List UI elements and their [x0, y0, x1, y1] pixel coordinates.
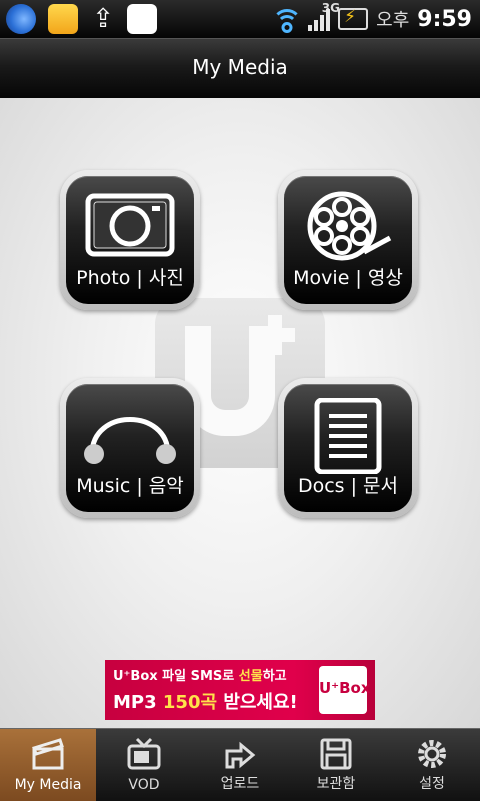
todo-icon [48, 4, 78, 34]
page-title: My Media [192, 55, 288, 79]
bottom-tab-bar: My Media VOD 업로드 보관함 설정 [0, 728, 480, 801]
tab-storage-label: 보관함 [316, 776, 356, 792]
photo-tile-label: Photo | 사진 [76, 267, 184, 289]
movie-tile-label: Movie | 영상 [293, 267, 403, 289]
music-tile-face: Music | 음악 [66, 384, 194, 512]
battery-charging-icon [338, 7, 369, 30]
tab-vod[interactable]: VOD [96, 729, 192, 801]
tab-my-media-label: My Media [14, 777, 82, 793]
film-reel-icon [307, 191, 392, 261]
uplus-box-logo: U⁺Box [319, 666, 371, 714]
tab-storage[interactable]: 보관함 [288, 729, 384, 801]
movie-tile[interactable]: Movie | 영상 [278, 170, 418, 310]
usb-icon: ⇪ [92, 4, 114, 34]
gear-icon [415, 737, 449, 771]
promo-banner[interactable]: U⁺Box 파일 SMS로 선물하고 MP3 150곡 받으세요! U⁺Box [105, 660, 375, 720]
photo-tile[interactable]: Photo | 사진 [60, 170, 200, 310]
banner-line-1-c: 하고 [262, 669, 287, 684]
docs-tile-face: Docs | 문서 [284, 384, 412, 512]
tv-icon [127, 737, 161, 771]
banner-line-2: MP3 150곡 받으세요! [113, 688, 298, 714]
tab-my-media[interactable]: My Media [0, 729, 96, 801]
android-debug-icon [127, 4, 157, 34]
document-icon [314, 398, 382, 474]
docs-tile[interactable]: Docs | 문서 [278, 378, 418, 518]
music-tile-label: Music | 음악 [76, 475, 184, 497]
banner-line-2-c: 받으세요! [217, 692, 298, 713]
clapperboard-icon [31, 737, 65, 771]
photo-tile-face: Photo | 사진 [66, 176, 194, 304]
main-content: Photo | 사진 Movie | 영상 Music | 음악 Docs | … [0, 98, 480, 728]
banner-line-2-highlight: 150곡 [162, 692, 218, 713]
clock: 9:59 [417, 6, 472, 32]
chat-icon [6, 4, 36, 34]
save-disk-icon [319, 737, 353, 771]
music-tile[interactable]: Music | 음악 [60, 378, 200, 518]
banner-line-1-highlight: 선물 [238, 669, 263, 684]
banner-line-1: U⁺Box 파일 SMS로 선물하고 [113, 665, 287, 684]
banner-line-2-a: MP3 [113, 692, 163, 713]
movie-tile-face: Movie | 영상 [284, 176, 412, 304]
status-bar: ⇪ 3G 오후 9:59 [0, 0, 480, 38]
ampm-label: 오후 [376, 10, 410, 31]
tab-settings-label: 설정 [419, 776, 445, 792]
tab-upload[interactable]: 업로드 [192, 729, 288, 801]
tab-vod-label: VOD [128, 777, 160, 793]
tab-settings[interactable]: 설정 [384, 729, 480, 801]
docs-tile-label: Docs | 문서 [297, 475, 399, 497]
camera-icon [85, 193, 175, 257]
signal-icon [308, 7, 331, 31]
upload-arrow-icon [223, 737, 257, 771]
banner-line-1-a: U⁺Box 파일 SMS로 [113, 669, 239, 684]
title-bar: My Media [0, 38, 480, 99]
wifi-icon [272, 7, 303, 33]
tab-upload-label: 업로드 [220, 776, 260, 792]
headphones-icon [84, 417, 176, 464]
